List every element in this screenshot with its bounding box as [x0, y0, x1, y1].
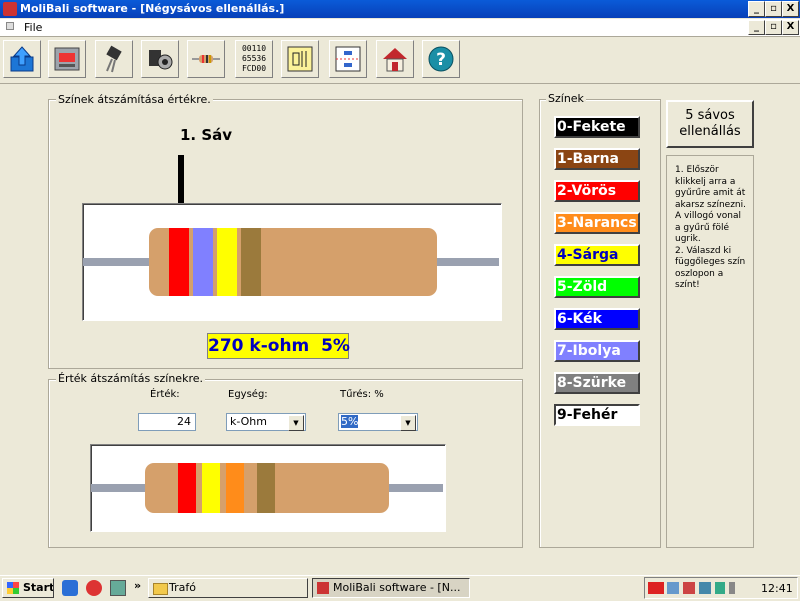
resistor-band-2 [202, 463, 220, 513]
colors-title: Színek [546, 92, 586, 105]
clock: 12:41 [761, 582, 793, 595]
export-arrow-icon [10, 46, 34, 72]
resistor-band-3 [226, 463, 244, 513]
resistor-band-3[interactable] [217, 228, 237, 296]
home-icon [383, 48, 407, 72]
resistor-body [145, 463, 389, 513]
schematic-button[interactable] [329, 40, 367, 78]
color-option-7[interactable]: 7-Ibolya [554, 340, 640, 362]
window-title: MoliBali software - [Négysávos ellenállá… [20, 2, 285, 15]
resistor-band-4[interactable] [241, 228, 261, 296]
value-input[interactable]: 24 [138, 413, 196, 431]
transistor-icon [106, 45, 122, 73]
security-icon[interactable] [683, 582, 695, 594]
help-text: 1. Először klikkelj arra a gyűrűre amit … [675, 165, 747, 290]
ie-icon[interactable] [62, 580, 78, 596]
start-label: Start [23, 581, 54, 594]
upper-resistor-display [82, 203, 502, 321]
color-option-5[interactable]: 5-Zöld [554, 276, 640, 298]
hex-converter-icon: 00110 65536 FCD00 [241, 44, 267, 73]
value-label: Érték: [150, 389, 180, 400]
start-button[interactable]: Start [2, 578, 54, 598]
ati-icon[interactable] [648, 582, 664, 594]
maximize-button[interactable]: ▫ [765, 1, 782, 17]
color-to-value-title: Színek átszámítása értékre. [56, 93, 213, 106]
tray-device-icon[interactable] [729, 582, 735, 594]
circuit-icon [287, 46, 313, 72]
transistor-button[interactable] [95, 40, 133, 78]
network-icon[interactable] [667, 582, 679, 594]
lower-resistor-display [90, 444, 446, 532]
taskbar-item-molibali[interactable]: MoliBali software - [N... [312, 578, 470, 598]
close-button[interactable]: X [782, 1, 799, 17]
app-icon [317, 582, 329, 594]
speaker-icon [149, 50, 173, 70]
app-icon [3, 2, 17, 16]
circuit-button[interactable] [281, 40, 319, 78]
device-button[interactable] [48, 40, 86, 78]
resistance-result: 270 k-ohm 5% [207, 333, 350, 359]
tolerance-label: Tűrés: % [340, 389, 384, 400]
color-option-9[interactable]: 9-Fehér [554, 404, 640, 426]
resistor-body [149, 228, 437, 296]
color-option-3[interactable]: 3-Narancs [554, 212, 640, 234]
windows-logo-icon [7, 582, 19, 594]
resistor-icon [192, 55, 220, 63]
color-option-8[interactable]: 8-Szürke [554, 372, 640, 394]
selected-band-label: 1. Sáv [180, 126, 233, 144]
chevron-down-icon[interactable]: ▼ [400, 415, 416, 431]
taskbar: Start » Trafó MoliBali software - [N... … [0, 575, 800, 601]
color-option-1[interactable]: 1-Barna [554, 148, 640, 170]
menu-file[interactable]: File [24, 21, 42, 34]
chevron-down-icon[interactable]: ▼ [288, 415, 304, 431]
menu-bar: File _ ▫ X [0, 19, 800, 37]
tolerance-select-value: 5% [341, 415, 359, 428]
export-button[interactable] [3, 40, 41, 78]
help-panel: 1. Először klikkelj arra a gyűrűre amit … [666, 155, 754, 548]
mdi-maximize-button[interactable]: ▫ [765, 20, 782, 35]
unit-select-value: k-Ohm [230, 415, 267, 428]
mdi-close-button[interactable]: X [782, 20, 799, 35]
speaker-button[interactable] [141, 40, 179, 78]
resistor-band-1[interactable] [169, 228, 189, 296]
tray-app-icon[interactable] [715, 582, 725, 594]
quicklaunch-chevron[interactable]: » [134, 579, 141, 592]
color-option-0[interactable]: 0-Fekete [554, 116, 640, 138]
color-option-4[interactable]: 4-Sárga [554, 244, 640, 266]
document-icon [6, 22, 14, 30]
calculator-device-icon [54, 47, 80, 71]
five-band-button[interactable]: 5 sávos ellenállás [666, 100, 754, 148]
schematic-icon [335, 46, 361, 72]
home-button[interactable] [376, 40, 414, 78]
help-icon: ? [428, 46, 454, 72]
desktop-icon[interactable] [110, 580, 126, 596]
taskbar-item-label: Trafó [169, 581, 196, 594]
taskbar-item-label: MoliBali software - [N... [333, 581, 461, 594]
resistor-band-4 [257, 463, 275, 513]
volume-icon[interactable] [699, 582, 711, 594]
hex-converter-button[interactable]: 00110 65536 FCD00 [235, 40, 273, 78]
quicklaunch-app-icon[interactable] [86, 580, 102, 596]
value-to-color-title: Érték átszámítás színekre. [56, 372, 205, 385]
toolbar: 00110 65536 FCD00 ? [0, 37, 800, 84]
mdi-minimize-button[interactable]: _ [748, 20, 765, 35]
svg-text:?: ? [436, 50, 446, 70]
system-tray: 12:41 [644, 577, 798, 599]
taskbar-item-trafo[interactable]: Trafó [148, 578, 308, 598]
tolerance-select[interactable]: 5% ▼ [338, 413, 418, 431]
resistor-band-2[interactable] [193, 228, 213, 296]
unit-select[interactable]: k-Ohm ▼ [226, 413, 306, 431]
color-option-6[interactable]: 6-Kék [554, 308, 640, 330]
color-option-2[interactable]: 2-Vörös [554, 180, 640, 202]
folder-icon [153, 583, 168, 595]
help-button[interactable]: ? [422, 40, 460, 78]
minimize-button[interactable]: _ [748, 1, 765, 17]
title-bar: MoliBali software - [Négysávos ellenállá… [0, 0, 800, 18]
resistor-band-1 [178, 463, 196, 513]
color-list: 0-Fekete 1-Barna 2-Vörös 3-Narancs 4-Sárga 5-… [554, 116, 644, 436]
resistor-button[interactable] [187, 40, 225, 78]
unit-label: Egység: [228, 389, 268, 400]
